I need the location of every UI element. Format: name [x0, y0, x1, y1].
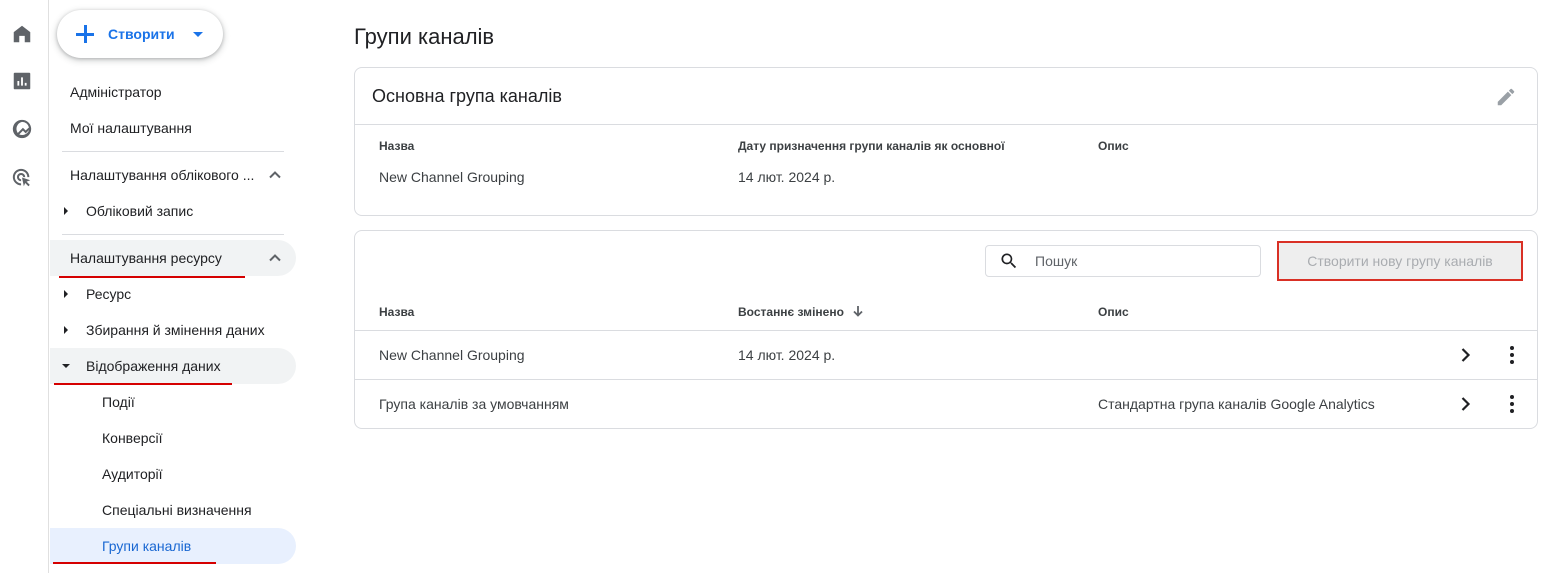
- row-divider: [355, 379, 1537, 380]
- pencil-icon[interactable]: [1495, 86, 1517, 108]
- nav-data-display-label: Відображення даних: [86, 358, 221, 374]
- explore-icon[interactable]: [11, 118, 33, 140]
- column-header-last-modified[interactable]: Востаннє змінено: [738, 305, 864, 320]
- channel-groups-list-card: Створити нову групу каналів Назва Востан…: [354, 230, 1538, 429]
- nav-data-collection-label: Збирання й змінення даних: [86, 322, 265, 338]
- admin-navigation: Створити Адміністратор Мої налаштування …: [50, 0, 310, 573]
- caret-down-icon: [192, 31, 203, 37]
- nav-property-settings-label: Налаштування ресурсу: [70, 250, 222, 266]
- chevron-up-icon: [268, 251, 282, 265]
- row-name: Група каналів за умовчанням: [379, 396, 569, 412]
- create-button[interactable]: Створити: [57, 10, 223, 58]
- sort-down-arrow-icon: [852, 305, 864, 320]
- row-name: New Channel Grouping: [379, 347, 525, 363]
- search-box[interactable]: [985, 245, 1261, 277]
- nav-data-collection[interactable]: Збирання й змінення даних: [50, 312, 296, 348]
- expand-arrow-icon: [62, 289, 72, 299]
- expand-arrow-icon: [62, 206, 72, 216]
- left-rail: [0, 0, 49, 573]
- column-header-description: Опис: [1098, 305, 1129, 319]
- column-header-name: Назва: [379, 139, 415, 153]
- home-icon[interactable]: [11, 23, 33, 45]
- divider: [62, 234, 284, 235]
- search-icon: [1001, 253, 1017, 269]
- more-vert-icon[interactable]: [1505, 395, 1519, 413]
- nav-account[interactable]: Обліковий запис: [50, 193, 296, 229]
- column-header-name: Назва: [379, 305, 415, 319]
- nav-audiences[interactable]: Аудиторії: [50, 456, 296, 492]
- row-modified: 14 лют. 2024 р.: [738, 347, 836, 363]
- column-header-date: Дату призначення групи каналів як основн…: [738, 139, 1005, 153]
- nav-conversions[interactable]: Конверсії: [50, 420, 296, 456]
- annotation-underline: [53, 562, 216, 564]
- column-header-description: Опис: [1098, 139, 1129, 153]
- plus-icon: [75, 24, 95, 44]
- chevron-right-icon[interactable]: [1457, 396, 1473, 412]
- nav-events[interactable]: Події: [50, 384, 296, 420]
- column-header-last-modified-label: Востаннє змінено: [738, 305, 844, 319]
- primary-card-title: Основна група каналів: [372, 85, 562, 106]
- nav-account-settings-label: Налаштування облікового ...: [70, 167, 255, 183]
- row-description: Стандартна група каналів Google Analytic…: [1098, 396, 1375, 412]
- page-title: Групи каналів: [354, 24, 495, 49]
- primary-group-name: New Channel Grouping: [379, 169, 525, 185]
- search-input[interactable]: [1035, 253, 1235, 269]
- create-channel-group-button[interactable]: Створити нову групу каналів: [1277, 241, 1523, 281]
- nav-data-display[interactable]: Відображення даних: [50, 348, 296, 384]
- primary-group-date: 14 лют. 2024 р.: [738, 169, 836, 185]
- advertising-icon[interactable]: [11, 167, 33, 189]
- primary-card-header: Основна група каналів: [355, 68, 1537, 125]
- nav-account-label: Обліковий запис: [86, 203, 194, 219]
- row-divider: [355, 330, 1537, 331]
- nav-admin[interactable]: Адміністратор: [50, 74, 296, 110]
- nav-property[interactable]: Ресурс: [50, 276, 296, 312]
- nav-channel-groups[interactable]: Групи каналів: [50, 528, 296, 564]
- nav-property-label: Ресурс: [86, 286, 132, 302]
- nav-custom-definitions[interactable]: Спеціальні визначення: [50, 492, 296, 528]
- nav-my-settings[interactable]: Мої налаштування: [50, 110, 296, 146]
- nav-property-settings-header[interactable]: Налаштування ресурсу: [50, 240, 296, 276]
- divider: [62, 151, 284, 152]
- primary-channel-group-card: Основна група каналів Назва Дату признач…: [354, 67, 1538, 216]
- more-vert-icon[interactable]: [1505, 346, 1519, 364]
- create-button-label: Створити: [108, 26, 175, 42]
- expand-arrow-icon: [62, 325, 72, 335]
- chevron-right-icon[interactable]: [1457, 347, 1473, 363]
- reports-icon[interactable]: [11, 70, 33, 92]
- nav-account-settings-header[interactable]: Налаштування облікового ...: [50, 157, 296, 193]
- collapse-arrow-icon: [62, 361, 72, 371]
- chevron-up-icon: [268, 168, 282, 182]
